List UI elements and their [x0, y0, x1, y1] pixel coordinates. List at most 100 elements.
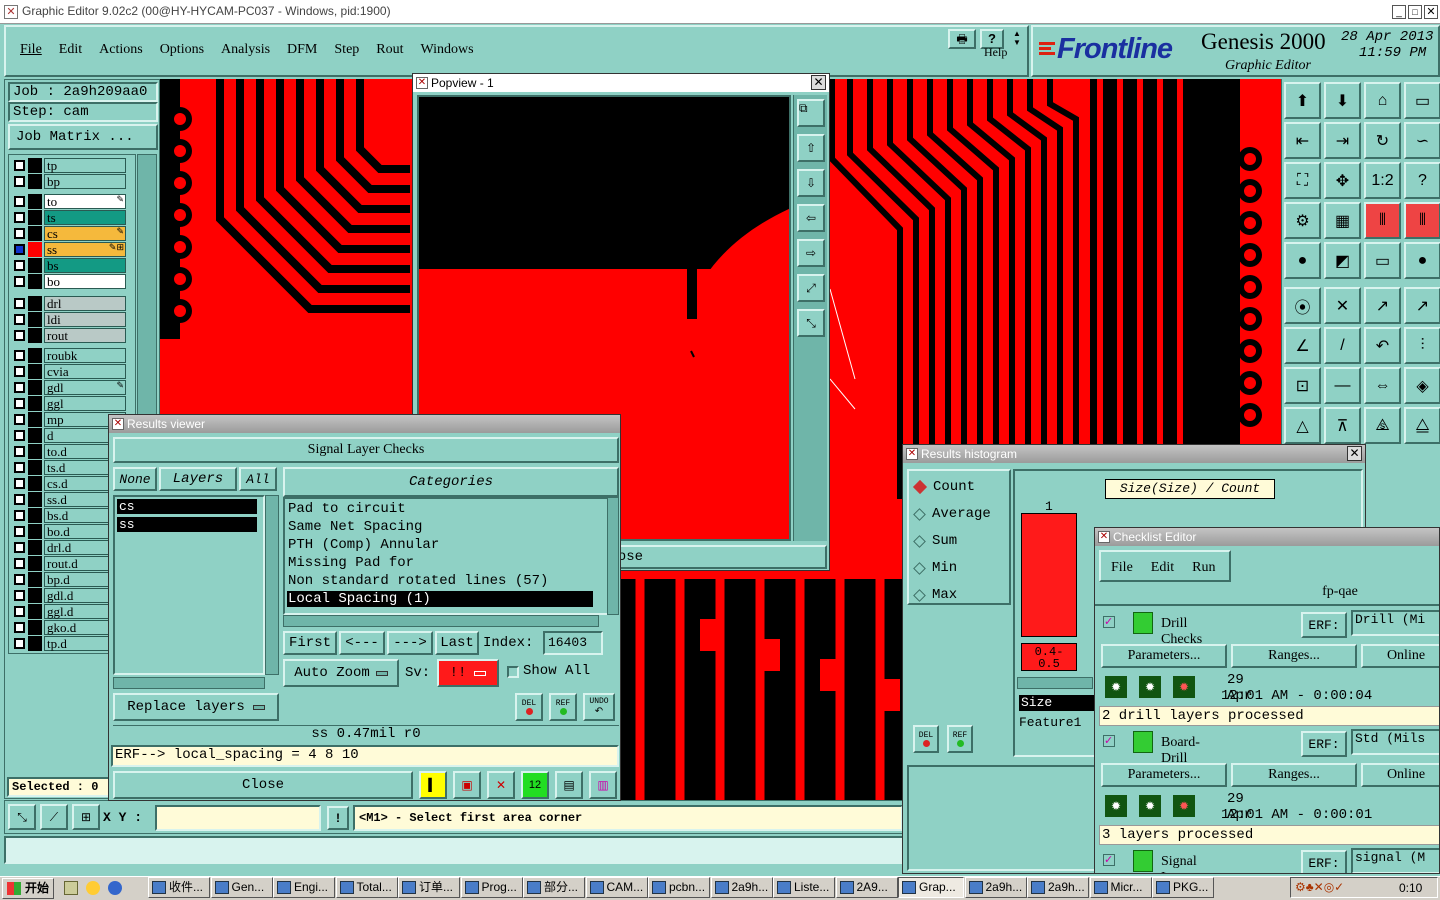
category-item[interactable]: Missing Pad for: [288, 555, 414, 571]
layer-name[interactable]: tp: [44, 158, 126, 173]
category-item[interactable]: Non standard rotated lines (57): [288, 573, 548, 589]
shift-right-icon[interactable]: ⇥: [1324, 122, 1361, 159]
check-erf-value[interactable]: Std (Mils: [1351, 729, 1439, 755]
first-button[interactable]: First: [283, 631, 337, 655]
menu-help[interactable]: Help: [984, 45, 1007, 60]
parameters-button[interactable]: Parameters...: [1101, 763, 1227, 787]
ruler-icon[interactable]: ⚙: [1284, 202, 1321, 239]
layer-color-swatch[interactable]: [28, 604, 42, 619]
arc-icon[interactable]: ↗: [1364, 287, 1401, 324]
delete-line-icon[interactable]: —: [1324, 367, 1361, 404]
layer-name[interactable]: cs: [44, 226, 126, 241]
last-button[interactable]: Last: [435, 631, 479, 655]
job-matrix-button[interactable]: Job Matrix ...: [8, 124, 158, 150]
layer-color-swatch[interactable]: [28, 210, 42, 225]
layer-color-swatch[interactable]: [28, 348, 42, 363]
layer-checkbox[interactable]: [14, 382, 25, 393]
layer-result-item[interactable]: ss: [117, 517, 257, 532]
layer-row-tp[interactable]: tp: [12, 158, 128, 173]
check-erf-value[interactable]: Drill (Mi: [1351, 610, 1439, 636]
grid-tool-icon[interactable]: ⊞: [72, 804, 100, 830]
range-icon[interactable]: ⇔: [1364, 367, 1401, 404]
layer-color-swatch[interactable]: [28, 540, 42, 555]
triangle-icon[interactable]: △: [1284, 407, 1321, 444]
histogram-delete-button[interactable]: DEL: [913, 725, 939, 753]
layer-color-swatch[interactable]: [28, 428, 42, 443]
help-tool-icon[interactable]: ?: [1404, 162, 1440, 199]
layer-checkbox[interactable]: [14, 350, 25, 361]
layer-color-swatch[interactable]: [28, 194, 42, 209]
menu-file[interactable]: File: [20, 42, 42, 58]
split-icon[interactable]: ⫶: [1404, 327, 1440, 364]
popview-titlebar[interactable]: ✕ Popview - 1 ✕: [413, 74, 829, 92]
layer-color-swatch[interactable]: [28, 296, 42, 311]
menu-edit[interactable]: Edit: [59, 42, 82, 58]
angle-red-icon[interactable]: ∠: [1284, 327, 1321, 364]
layer-name[interactable]: bs: [44, 258, 126, 273]
popview-zoom-in-icon[interactable]: ⤢: [797, 274, 825, 302]
layer-checkbox[interactable]: [14, 212, 25, 223]
layer-checkbox[interactable]: [14, 430, 25, 441]
layer-row-bs[interactable]: bs: [12, 258, 128, 273]
scroll-arrows-icon[interactable]: ▲ ▼: [1010, 29, 1024, 49]
popview-right-icon[interactable]: ⇨: [797, 239, 825, 267]
taskbar-item[interactable]: 2a9h...: [710, 877, 773, 898]
layer-color-swatch[interactable]: [28, 492, 42, 507]
measure-tool-icon[interactable]: ⟋: [40, 804, 68, 830]
run-all-icon[interactable]: ✹: [1137, 793, 1163, 819]
zoom-tool-icon[interactable]: ⤡: [8, 804, 36, 830]
menu-actions[interactable]: Actions: [99, 42, 143, 58]
layer-checkbox[interactable]: [14, 176, 25, 187]
center-icon[interactable]: ✥: [1324, 162, 1361, 199]
menu-analysis[interactable]: Analysis: [221, 42, 270, 58]
layer-color-swatch[interactable]: [28, 572, 42, 587]
desktop-icon[interactable]: [64, 881, 78, 895]
ranges-button[interactable]: Ranges...: [1231, 644, 1357, 668]
browser-icon[interactable]: [108, 881, 122, 895]
layer-checkbox[interactable]: [14, 510, 25, 521]
histogram-hscroll[interactable]: [1017, 677, 1093, 689]
layer-checkbox[interactable]: [14, 574, 25, 585]
layer-checkbox[interactable]: [14, 228, 25, 239]
category-item[interactable]: Pad to circuit: [288, 501, 406, 517]
next-button[interactable]: --->: [387, 631, 433, 655]
histogram-bar[interactable]: [1021, 513, 1077, 637]
categories-button[interactable]: Categories: [283, 467, 619, 497]
layer-row-ldi[interactable]: ldi: [12, 312, 128, 327]
scale-icon[interactable]: 1:2: [1364, 162, 1401, 199]
layer-name[interactable]: to: [44, 194, 126, 209]
run-error-icon[interactable]: ✹: [1171, 674, 1197, 700]
taskbar-item[interactable]: Liste...: [773, 877, 835, 898]
results-action-icon-1[interactable]: ▍: [419, 771, 447, 799]
layer-color-swatch[interactable]: [28, 508, 42, 523]
show-all-checkbox[interactable]: [507, 666, 519, 678]
layers-toggle-button[interactable]: Layers: [159, 467, 237, 491]
category-list[interactable]: Pad to circuit Same Net Spacing PTH (Com…: [283, 497, 609, 615]
pad-icon[interactable]: ●: [1284, 242, 1321, 279]
move-up-icon[interactable]: ⬆: [1284, 82, 1321, 119]
taskbar-item[interactable]: PKG...: [1152, 877, 1214, 898]
close-icon[interactable]: ✕: [1347, 446, 1362, 461]
histogram-titlebar[interactable]: ✕ Results histogram ✕: [903, 445, 1365, 463]
popview-copy-icon[interactable]: ⧉: [797, 99, 825, 127]
layer-checkbox[interactable]: [14, 478, 25, 489]
layer-name[interactable]: rout: [44, 328, 126, 343]
triangle-up-icon[interactable]: ⊼: [1324, 407, 1361, 444]
layer-checkbox[interactable]: [14, 298, 25, 309]
taskbar-item[interactable]: Gen...: [210, 877, 273, 898]
results-action-icon-2[interactable]: ▣: [453, 771, 481, 799]
results-action-icon-4[interactable]: 12: [521, 771, 549, 799]
layers-all-button[interactable]: All: [239, 467, 277, 491]
layer-checkbox[interactable]: [14, 622, 25, 633]
taskbar-item[interactable]: 收件...: [148, 877, 210, 898]
layer-checkbox[interactable]: [14, 366, 25, 377]
taskbar-item[interactable]: 订单...: [398, 877, 460, 898]
ranges-button[interactable]: Ranges...: [1231, 763, 1357, 787]
previous-button[interactable]: <---: [339, 631, 385, 655]
menu-dfm[interactable]: DFM: [287, 42, 317, 58]
rotate-icon[interactable]: ↻: [1364, 122, 1401, 159]
parameters-button[interactable]: Parameters...: [1101, 644, 1227, 668]
category-item-selected[interactable]: Local Spacing (1): [287, 591, 593, 607]
layer-color-swatch[interactable]: [28, 226, 42, 241]
window-titlebar[interactable]: ✕ Graphic Editor 9.02c2 (00@HY-HYCAM-PC0…: [0, 0, 1440, 24]
